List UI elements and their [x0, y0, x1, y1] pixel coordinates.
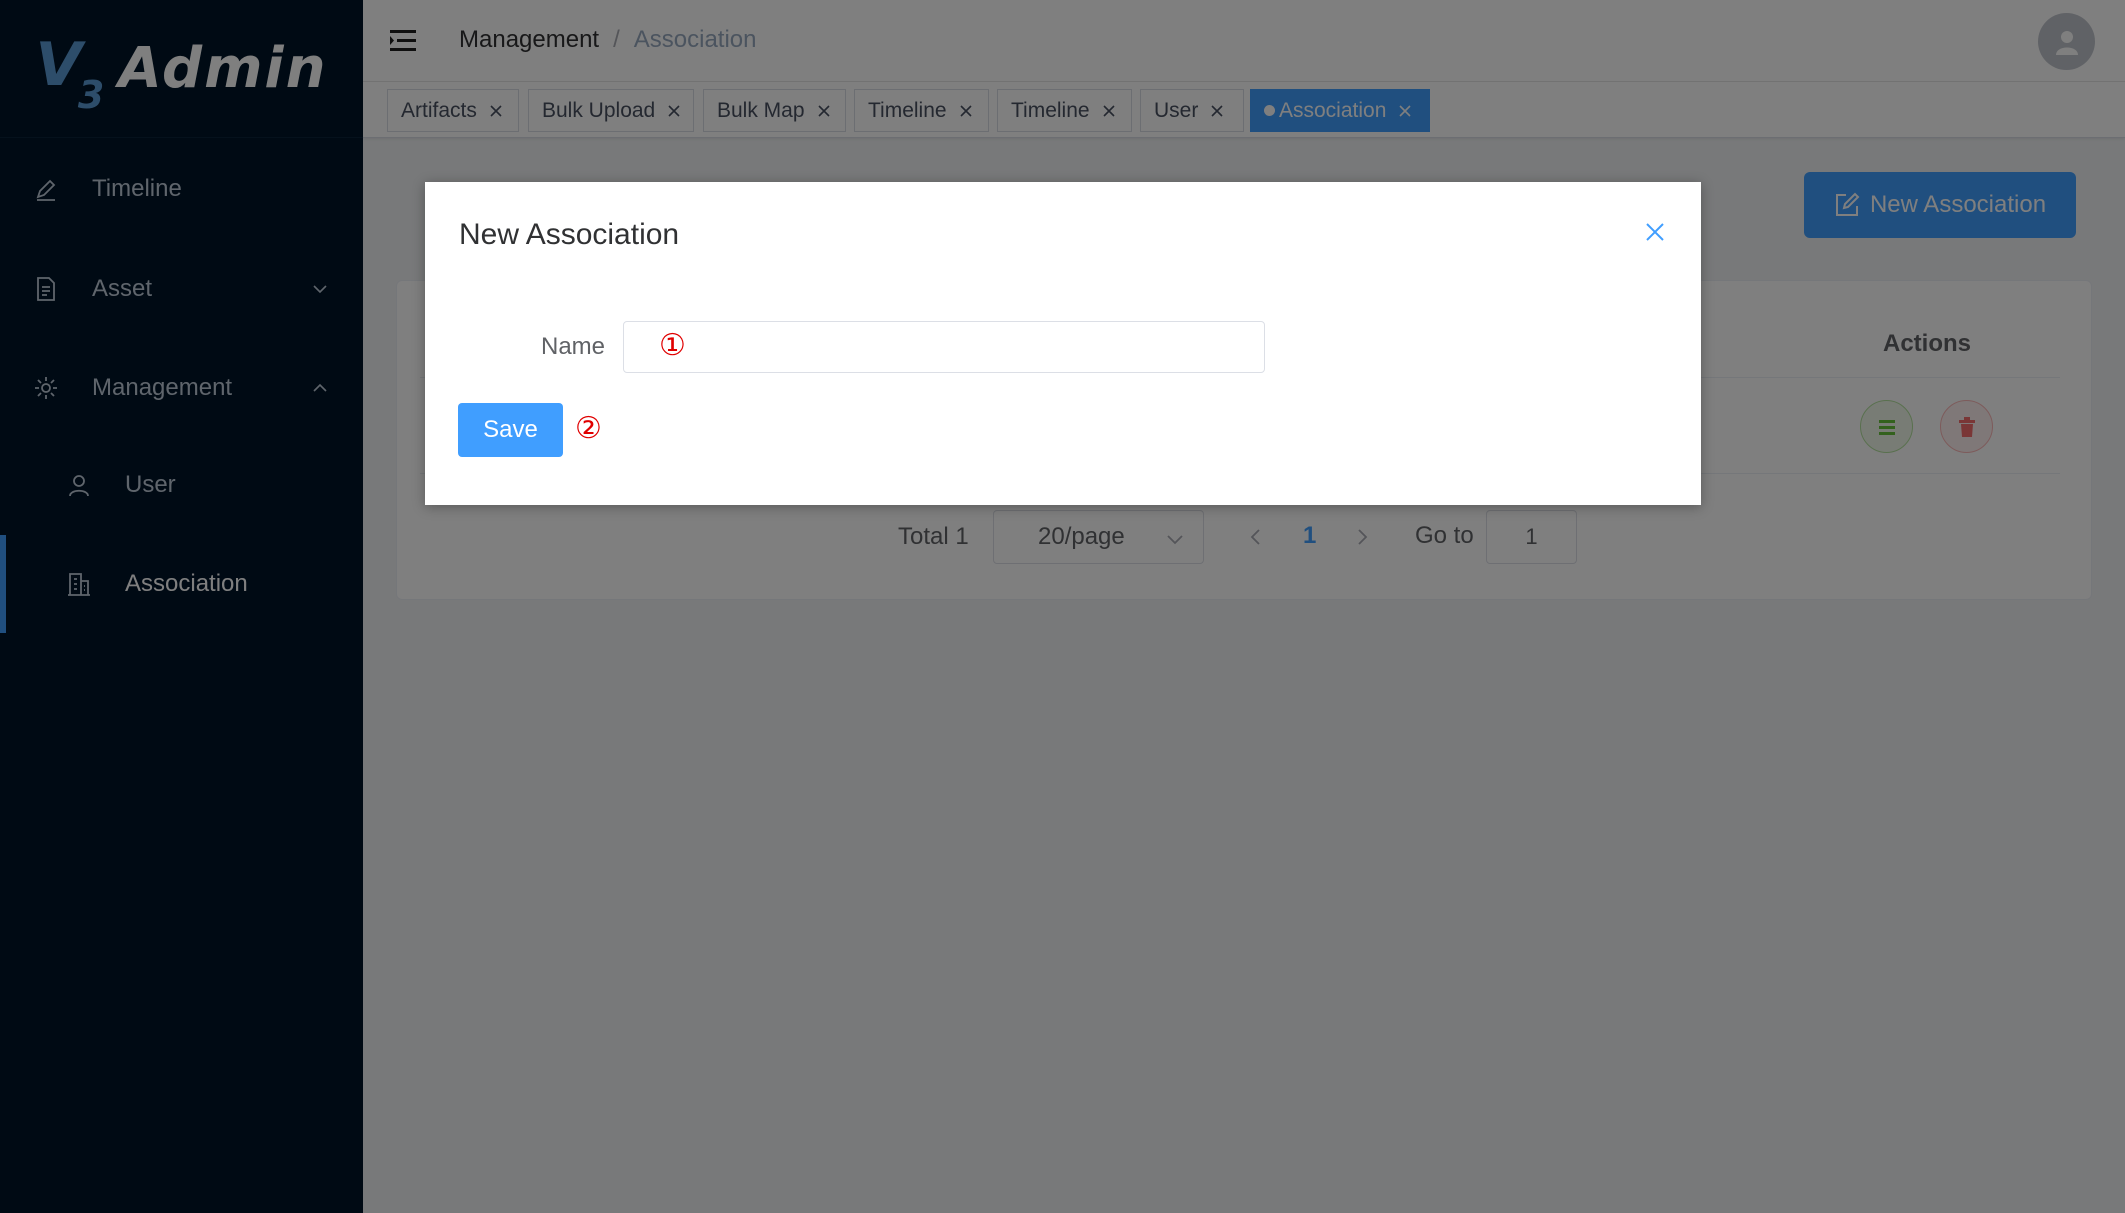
- name-label: Name: [541, 333, 606, 360]
- new-association-dialog: New Association Name ① Save ②: [425, 182, 1701, 505]
- close-icon[interactable]: [1644, 221, 1666, 243]
- annotation-marker-2: ②: [575, 411, 602, 446]
- name-input[interactable]: [623, 321, 1265, 373]
- annotation-marker-1: ①: [659, 328, 686, 363]
- dialog-title: New Association: [459, 218, 680, 251]
- save-button[interactable]: Save: [458, 403, 563, 457]
